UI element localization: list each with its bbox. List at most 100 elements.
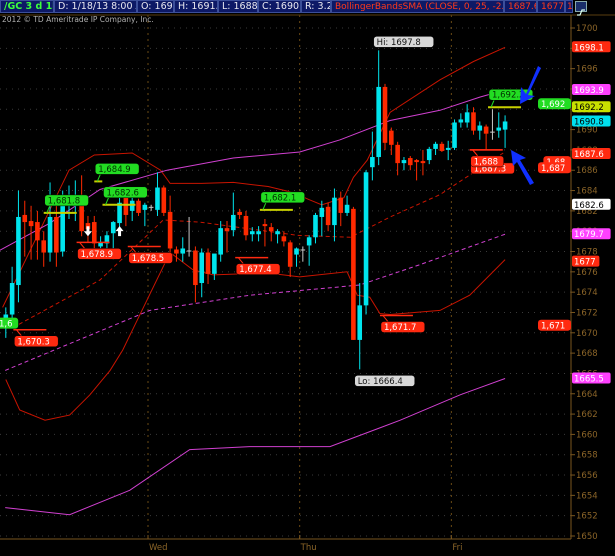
y-tick-label: 1676: [576, 268, 598, 278]
candle-body: [205, 252, 211, 274]
low-marker-text: 1,677.4: [239, 265, 271, 275]
blue-arrow-down-icon: [520, 66, 541, 104]
price-badge-text: 1693.9: [574, 86, 604, 96]
high-marker-pointer: [490, 100, 495, 108]
study-label[interactable]: BollingerBandsSMA (CLOSE, 0, 25, -2.0, 2…: [331, 0, 504, 13]
low-marker-pointer: [382, 315, 389, 322]
high-marker-text: 1,684.9: [98, 165, 130, 175]
candle-body: [357, 305, 363, 340]
candle-body: [490, 131, 495, 133]
candle-body: [193, 250, 198, 286]
chart-style-icon[interactable]: [575, 1, 587, 16]
candle-body: [464, 112, 470, 123]
price-badge-text: 1687.6: [574, 150, 604, 160]
low-marker-text: 1,678.9: [81, 250, 113, 260]
candle-body: [325, 206, 331, 226]
candle-body: [275, 231, 280, 235]
y-tick-label: 1650: [576, 532, 598, 542]
low-marker-pointer: [472, 149, 479, 157]
candle-body: [483, 126, 489, 134]
price-chart[interactable]: 1,681.8 1,684.9 1,682.6 1,682.1 1,692.2 1,670…: [0, 0, 615, 556]
copyright-text: 2012 © TD Ameritrade IP Company, Inc.: [2, 15, 154, 24]
symbol-label[interactable]: /GC 3 d 1h: [0, 0, 54, 13]
high-marker-pointer: [262, 202, 267, 211]
arrow-down-icon: [83, 226, 92, 237]
x-tick-label: Wed: [149, 543, 168, 553]
candle-body: [319, 207, 325, 217]
low-readout: L: 1688.2: [218, 0, 258, 13]
candle-body: [376, 86, 381, 158]
candle-body: [186, 250, 192, 252]
y-tick-label: 1662: [576, 410, 598, 420]
open-readout: O: 1690: [137, 0, 174, 13]
low-marker-text: 1,688: [474, 157, 498, 167]
y-tick-label: 1700: [576, 24, 598, 34]
y-tick-label: 1658: [576, 451, 598, 461]
candle-body: [174, 249, 179, 254]
study-value-3: 1.: [565, 0, 573, 13]
y-tick-label: 1660: [576, 430, 598, 440]
candle-body: [41, 240, 47, 253]
bollinger-bands: [0, 46, 506, 516]
x-tick-label: Thu: [300, 543, 317, 553]
low-marker-pointer: [15, 329, 22, 337]
candle-body: [110, 222, 116, 234]
candle-body: [9, 283, 15, 315]
candle-body: [148, 206, 154, 208]
candle-body: [452, 122, 457, 148]
y-tick-label: 1654: [576, 491, 598, 501]
candle-body: [407, 158, 413, 166]
candle-body: [370, 157, 375, 168]
candle-body: [332, 197, 337, 226]
study-value-1: 1687.6: [504, 0, 537, 13]
candle-body: [401, 160, 407, 164]
candle-body: [237, 211, 242, 215]
x-tick-label: Fri: [452, 543, 462, 553]
candle-body: [281, 236, 287, 242]
candle-body: [426, 148, 432, 161]
candle-body: [458, 119, 464, 123]
price-badge-text: 1677: [574, 258, 596, 268]
candle-body: [414, 160, 419, 163]
study-value-2: 1677: [537, 0, 565, 13]
candle-body: [199, 252, 205, 284]
low-marker-text: 1,670.3: [17, 337, 49, 347]
candle-body: [35, 222, 40, 241]
hi-label-text: Hi: 1697.8: [377, 38, 421, 48]
candle-body: [243, 215, 249, 236]
annotation-arrows: [511, 66, 541, 185]
clipped-badge-text: 1,671: [541, 322, 565, 332]
price-badge-text: 1665.5: [574, 375, 604, 385]
range-readout: R: 3.2: [301, 0, 331, 13]
high-marker-text: 1,682.6: [106, 188, 138, 198]
y-tick-label: 1696: [576, 65, 598, 75]
candle-body: [313, 214, 318, 238]
high-marker-text: 1,681.8: [48, 196, 80, 206]
candle-body: [395, 144, 400, 164]
bb-lower-line: [5, 251, 506, 421]
candle-body: [155, 187, 160, 210]
candle-body: [268, 227, 274, 232]
candle-body: [212, 253, 217, 274]
high-marker-pointer: [96, 174, 101, 182]
candle-body: [22, 214, 28, 223]
high-readout: H: 1691.4: [174, 0, 218, 13]
candle-body: [117, 202, 122, 224]
candle-body: [433, 143, 438, 149]
candle-body: [60, 199, 65, 252]
candle-body: [47, 216, 53, 253]
date-readout: D: 1/18/13 8:00 AM: [54, 0, 137, 13]
candle-body: [136, 200, 141, 213]
arrow-up-icon: [115, 226, 124, 237]
candle-body: [123, 196, 129, 215]
low-marker-pointer: [237, 257, 244, 264]
candle-body: [91, 222, 97, 244]
candle-body: [382, 86, 388, 143]
candle-body: [16, 216, 21, 286]
candle-body: [445, 147, 451, 150]
lo-label-text: Lo: 1666.4: [358, 377, 403, 387]
price-badge-text: 1679.7: [574, 230, 604, 240]
y-tick-label: 1684: [576, 187, 598, 197]
y-tick-label: 1664: [576, 390, 598, 400]
clipped-badge-text: 1,692: [541, 100, 565, 110]
